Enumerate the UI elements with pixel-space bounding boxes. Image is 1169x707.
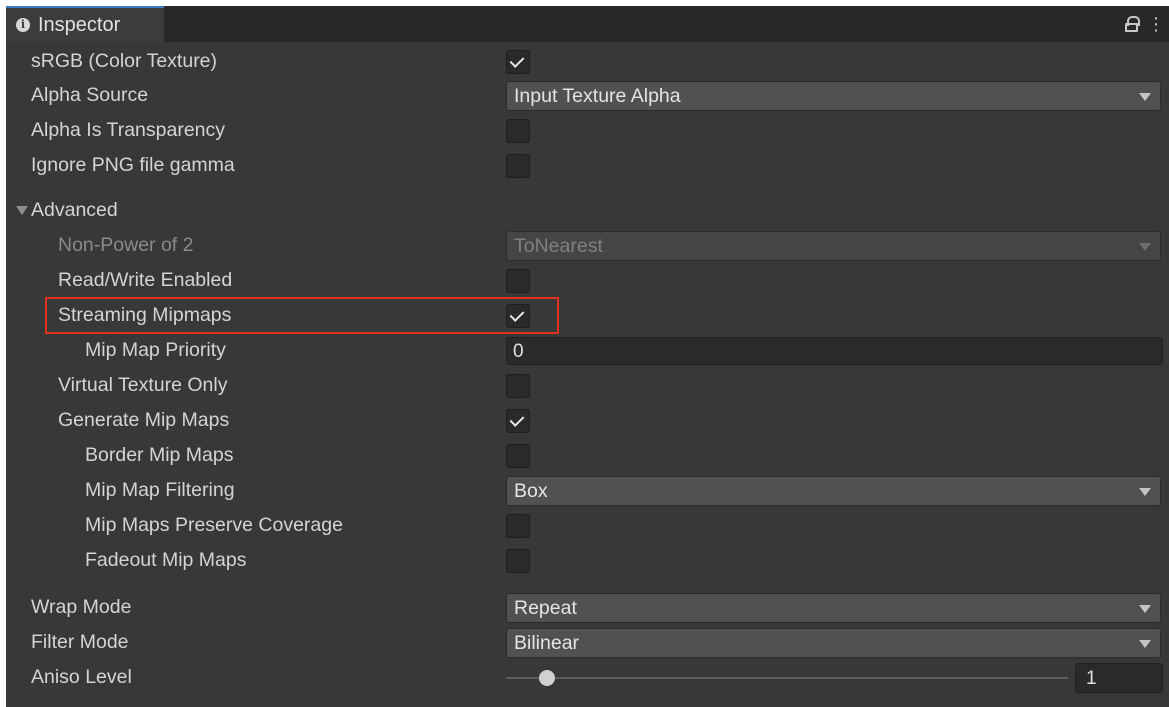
checkmark-icon bbox=[509, 53, 525, 68]
row-fadeout-mip-maps: Fadeout Mip Maps bbox=[6, 543, 1169, 578]
row-mip-map-filtering: Mip Map Filtering Box bbox=[6, 473, 1169, 508]
mip-map-filtering-label: Mip Map Filtering bbox=[85, 479, 235, 501]
row-aniso-level: Aniso Level 1 bbox=[6, 660, 1169, 695]
kebab-menu-icon[interactable]: ⋮ bbox=[1147, 15, 1165, 33]
tab-tools: ⋮ bbox=[1125, 6, 1169, 42]
row-mip-maps-preserve-coverage: Mip Maps Preserve Coverage bbox=[6, 508, 1169, 543]
generate-mip-maps-label: Generate Mip Maps bbox=[58, 409, 230, 431]
row-alpha-source: Alpha Source Input Texture Alpha bbox=[6, 78, 1169, 113]
wrap-mode-value: Repeat bbox=[514, 596, 577, 619]
row-border-mip-maps: Border Mip Maps bbox=[6, 438, 1169, 473]
info-icon: i bbox=[16, 18, 30, 32]
row-alpha-is-transparency: Alpha Is Transparency bbox=[6, 113, 1169, 148]
fadeout-mip-maps-checkbox[interactable] bbox=[506, 549, 530, 573]
mip-map-priority-field[interactable]: 0 bbox=[506, 337, 1163, 365]
alpha-is-transparency-label: Alpha Is Transparency bbox=[31, 119, 226, 141]
mip-maps-preserve-coverage-checkbox[interactable] bbox=[506, 514, 530, 538]
aniso-level-value: 1 bbox=[1086, 668, 1097, 689]
row-read-write: Read/Write Enabled bbox=[6, 263, 1169, 298]
row-srgb: sRGB (Color Texture) bbox=[6, 44, 1169, 79]
row-non-power-of-2: Non-Power of 2 ToNearest bbox=[6, 228, 1169, 263]
mip-map-filtering-value: Box bbox=[514, 479, 548, 502]
mip-maps-preserve-coverage-label: Mip Maps Preserve Coverage bbox=[85, 514, 343, 536]
inspector-window: i Inspector ⋮ sRGB (Color Texture) Alpha… bbox=[6, 6, 1169, 707]
aniso-level-label: Aniso Level bbox=[31, 666, 132, 688]
filter-mode-value: Bilinear bbox=[514, 631, 580, 654]
checkmark-icon bbox=[509, 412, 525, 427]
filter-mode-label: Filter Mode bbox=[31, 631, 129, 653]
read-write-checkbox[interactable] bbox=[506, 269, 530, 293]
tab-bar: i Inspector ⋮ bbox=[6, 6, 1169, 42]
tab-inspector[interactable]: i Inspector bbox=[6, 6, 164, 42]
mip-map-priority-label: Mip Map Priority bbox=[85, 339, 226, 361]
row-filter-mode: Filter Mode Bilinear bbox=[6, 625, 1169, 660]
read-write-label: Read/Write Enabled bbox=[58, 269, 233, 291]
aniso-level-slider-thumb[interactable] bbox=[539, 670, 555, 686]
advanced-foldout[interactable]: Advanced bbox=[6, 193, 1169, 228]
dropdown-arrow-icon bbox=[1139, 488, 1151, 496]
advanced-label: Advanced bbox=[31, 199, 118, 221]
dropdown-arrow-icon bbox=[1139, 243, 1151, 251]
mip-map-filtering-dropdown[interactable]: Box bbox=[506, 476, 1161, 506]
alpha-source-label: Alpha Source bbox=[31, 84, 149, 106]
virtual-texture-only-label: Virtual Texture Only bbox=[58, 374, 228, 396]
alpha-source-dropdown[interactable]: Input Texture Alpha bbox=[506, 81, 1161, 111]
filter-mode-dropdown[interactable]: Bilinear bbox=[506, 628, 1161, 658]
non-power-of-2-label: Non-Power of 2 bbox=[58, 234, 194, 256]
non-power-of-2-dropdown: ToNearest bbox=[506, 231, 1161, 261]
row-mip-map-priority: Mip Map Priority 0 bbox=[6, 333, 1169, 368]
lock-icon[interactable] bbox=[1125, 16, 1140, 32]
dropdown-arrow-icon bbox=[1139, 93, 1151, 101]
row-ignore-png-gamma: Ignore PNG file gamma bbox=[6, 148, 1169, 183]
row-generate-mip-maps: Generate Mip Maps bbox=[6, 403, 1169, 438]
border-mip-maps-checkbox[interactable] bbox=[506, 444, 530, 468]
fadeout-mip-maps-label: Fadeout Mip Maps bbox=[85, 549, 247, 571]
srgb-checkbox[interactable] bbox=[506, 50, 530, 74]
streaming-mipmaps-highlight bbox=[45, 297, 559, 334]
aniso-level-slider-track[interactable] bbox=[506, 677, 1068, 679]
non-power-of-2-value: ToNearest bbox=[514, 234, 603, 257]
generate-mip-maps-checkbox[interactable] bbox=[506, 409, 530, 433]
wrap-mode-dropdown[interactable]: Repeat bbox=[506, 593, 1161, 623]
mip-map-priority-value: 0 bbox=[513, 341, 524, 362]
border-mip-maps-label: Border Mip Maps bbox=[85, 444, 234, 466]
dropdown-arrow-icon bbox=[1139, 640, 1151, 648]
row-wrap-mode: Wrap Mode Repeat bbox=[6, 590, 1169, 625]
alpha-source-value: Input Texture Alpha bbox=[514, 84, 681, 107]
alpha-is-transparency-checkbox[interactable] bbox=[506, 119, 530, 143]
wrap-mode-label: Wrap Mode bbox=[31, 596, 132, 618]
row-virtual-texture-only: Virtual Texture Only bbox=[6, 368, 1169, 403]
tab-title: Inspector bbox=[38, 13, 121, 36]
ignore-png-gamma-checkbox[interactable] bbox=[506, 154, 530, 178]
foldout-arrow-icon[interactable] bbox=[16, 206, 28, 215]
ignore-png-gamma-label: Ignore PNG file gamma bbox=[31, 154, 235, 176]
virtual-texture-only-checkbox[interactable] bbox=[506, 374, 530, 398]
dropdown-arrow-icon bbox=[1139, 605, 1151, 613]
srgb-label: sRGB (Color Texture) bbox=[31, 50, 218, 72]
aniso-level-field[interactable]: 1 bbox=[1075, 663, 1163, 693]
